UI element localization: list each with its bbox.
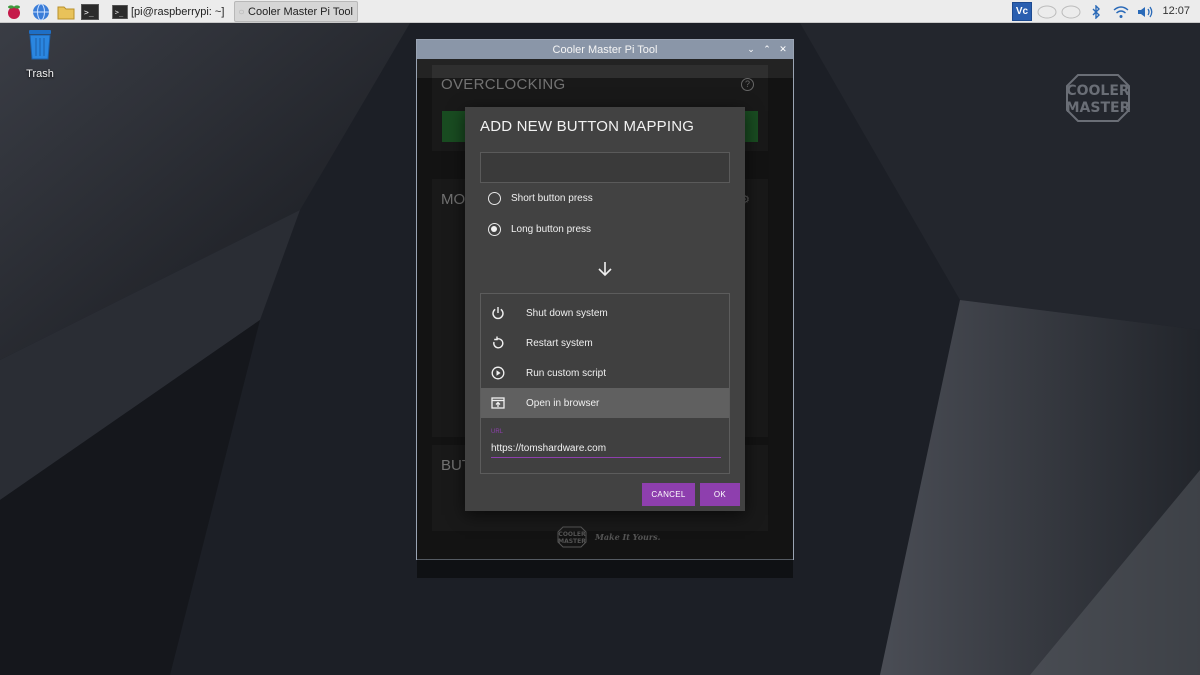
action-restart-label: Restart system: [526, 337, 593, 349]
taskbar-task-terminal-label: [pi@raspberrypi: ~]: [131, 5, 225, 18]
url-field-label: URL: [491, 429, 504, 435]
action-list: Shut down system Restart system Run cust…: [480, 293, 730, 474]
ok-button[interactable]: OK: [700, 483, 740, 506]
raspberry-menu-icon[interactable]: [4, 2, 24, 21]
dialog-title: ADD NEW BUTTON MAPPING: [480, 118, 695, 135]
url-input[interactable]: [491, 439, 721, 458]
mapping-name-input[interactable]: [480, 152, 730, 183]
trash-icon: [29, 30, 51, 60]
radio-short-press[interactable]: Short button press: [488, 192, 593, 205]
action-open-browser-label: Open in browser: [526, 397, 600, 409]
action-shutdown-label: Shut down system: [526, 307, 608, 319]
add-button-mapping-dialog: ADD NEW BUTTON MAPPING Short button pres…: [465, 107, 745, 511]
window-title: Cooler Master Pi Tool: [552, 43, 658, 56]
taskbar-task-terminal[interactable]: >_ [pi@raspberrypi: ~]: [108, 1, 230, 22]
desktop-logo-line1: COOLER: [1066, 83, 1130, 99]
taskbar-task-cm-label: Cooler Master Pi Tool: [248, 5, 353, 18]
web-browser-icon[interactable]: [31, 2, 51, 21]
radio-long-press[interactable]: Long button press: [488, 223, 591, 236]
maximize-button[interactable]: ⌃: [761, 43, 773, 55]
radio-unchecked-icon[interactable]: [488, 192, 501, 205]
taskbar-task-cooler-master[interactable]: Cooler Master Pi Tool: [234, 1, 358, 22]
cancel-button[interactable]: CANCEL: [642, 483, 695, 506]
taskbar: >_ >_ [pi@raspberrypi: ~] Cooler Master …: [0, 0, 1200, 23]
svg-text:>_: >_: [115, 8, 124, 16]
bluetooth-icon[interactable]: [1088, 2, 1104, 21]
restart-icon: [493, 336, 504, 349]
desktop-logo-line2: MASTER: [1066, 100, 1130, 116]
radio-checked-icon[interactable]: [488, 223, 501, 236]
tray-placeholder-icon[interactable]: [1036, 2, 1058, 21]
close-button[interactable]: ✕: [777, 43, 789, 55]
terminal-icon[interactable]: >_: [80, 2, 100, 21]
browser-icon: [491, 397, 505, 409]
radio-long-label: Long button press: [511, 224, 592, 235]
trash-desktop-icon[interactable]: Trash: [20, 28, 60, 80]
play-icon: [491, 366, 505, 380]
tray-placeholder-icon[interactable]: [1060, 2, 1082, 21]
action-shutdown[interactable]: Shut down system: [481, 298, 729, 328]
app-icon: [239, 9, 244, 14]
arrow-down-icon: [598, 262, 612, 277]
minimize-button[interactable]: ⌄: [745, 43, 757, 55]
power-icon: [492, 307, 504, 320]
wifi-icon[interactable]: [1112, 2, 1130, 21]
action-restart[interactable]: Restart system: [481, 328, 729, 358]
vnc-icon[interactable]: Vc: [1012, 2, 1032, 21]
action-open-browser[interactable]: Open in browser: [481, 388, 729, 418]
action-run-script[interactable]: Run custom script: [481, 358, 729, 388]
terminal-icon: >_: [112, 4, 128, 19]
cooler-master-desktop-logo: COOLER MASTER: [1066, 74, 1131, 127]
clock[interactable]: 12:07: [1162, 5, 1190, 17]
volume-icon[interactable]: [1136, 2, 1156, 21]
radio-short-label: Short button press: [511, 193, 593, 204]
window-titlebar[interactable]: Cooler Master Pi Tool ⌄ ⌃ ✕: [417, 40, 793, 59]
svg-text:>_: >_: [84, 8, 94, 17]
trash-label: Trash: [26, 68, 54, 80]
file-manager-icon[interactable]: [56, 2, 76, 21]
action-run-script-label: Run custom script: [526, 367, 607, 379]
